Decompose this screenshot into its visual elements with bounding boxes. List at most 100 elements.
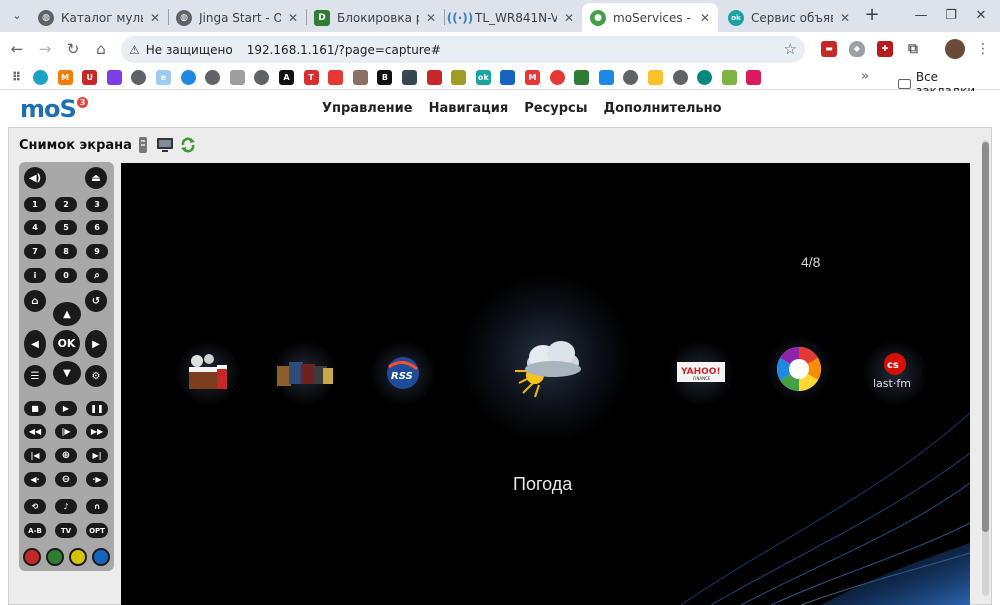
nav-control[interactable]: Управление [322, 101, 413, 116]
bookmark-m-gmail-icon[interactable]: M [525, 70, 540, 85]
nav-resources[interactable]: Ресурсы [524, 101, 587, 116]
monitor-icon[interactable] [157, 137, 173, 153]
url-text[interactable]: 192.168.1.161/?page=capture# [247, 43, 441, 57]
tab-2[interactable]: ◍ Jinga Start - Обс ✕ [168, 3, 306, 32]
play-icon[interactable]: ▶ [55, 401, 77, 416]
bookmark-star-icon[interactable]: ☆ [784, 40, 797, 58]
minimize-icon[interactable]: — [911, 6, 931, 26]
bookmark-globe-5-icon[interactable] [672, 70, 688, 85]
tab-search-chevron-icon[interactable]: ⌄ [8, 7, 26, 25]
key-5[interactable]: 5 [55, 220, 77, 235]
bookmark-globe-1-icon[interactable] [131, 70, 147, 85]
close-icon[interactable]: ✕ [840, 11, 850, 25]
remote-device-icon[interactable] [135, 137, 151, 153]
zoom-out-icon[interactable]: ⊖ [55, 472, 77, 487]
extensions-puzzle-icon[interactable]: ⧉ [905, 41, 921, 57]
bookmark-e-blue-icon[interactable]: e [156, 70, 171, 85]
bookmark-gmail-m-icon[interactable]: M [57, 70, 73, 85]
bookmark-teal-circle-icon[interactable] [697, 70, 713, 85]
security-label[interactable]: Не защищено [146, 43, 233, 57]
tab-6[interactable]: ok Сервис объявле ✕ [720, 3, 858, 32]
warning-triangle-icon[interactable]: ⚠ [129, 43, 140, 57]
nav-additional[interactable]: Дополнительно [604, 101, 722, 116]
bookmark-bars-icon[interactable] [352, 70, 368, 85]
home-icon[interactable]: ⌂ [89, 37, 113, 61]
back-return-icon[interactable]: ↺ [85, 290, 107, 312]
maximize-icon[interactable]: ❐ [941, 6, 961, 26]
skip-next-icon[interactable]: ▶| [86, 448, 108, 463]
extension-red-icon[interactable]: ▬ [821, 41, 837, 57]
bookmark-ok-teal-icon[interactable]: ok [475, 70, 491, 85]
bookmark-yellow-green-icon[interactable] [451, 70, 467, 85]
new-tab-button[interactable]: + [862, 6, 882, 26]
menu-kebab-icon[interactable]: ⋮ [975, 39, 991, 59]
refresh-icon[interactable] [180, 137, 196, 153]
zoom-in-icon[interactable]: ⊕ [55, 448, 77, 463]
jump-forward-icon[interactable]: ·▶ [86, 472, 108, 487]
key-2[interactable]: 2 [55, 197, 77, 212]
rss-icon[interactable]: RSS [371, 341, 435, 405]
reload-icon[interactable]: ↻ [61, 37, 85, 61]
subtitle-icon[interactable]: ∩ [86, 499, 108, 514]
picasa-icon[interactable] [767, 337, 831, 401]
key-8[interactable]: 8 [55, 244, 77, 259]
bookmark-o-red-icon[interactable] [549, 70, 565, 85]
cinema-icon[interactable] [176, 341, 240, 405]
bookmark-red-square-icon[interactable] [328, 70, 344, 85]
bookmark-red-u-icon[interactable]: U [82, 70, 98, 85]
window-close-icon[interactable]: ✕ [971, 6, 991, 26]
yellow-button[interactable] [69, 548, 87, 566]
ab-button[interactable]: A-B [24, 523, 46, 538]
arrow-left-icon[interactable]: ◀ [24, 330, 46, 358]
arrow-down-icon[interactable]: ▼ [53, 361, 81, 385]
skip-previous-icon[interactable]: |◀ [24, 448, 46, 463]
audio-icon[interactable]: ♪ [55, 499, 77, 514]
jump-back-icon[interactable]: ◀· [24, 472, 46, 487]
key-6[interactable]: 6 [86, 220, 108, 235]
bookmark-triangle-icon[interactable] [426, 70, 442, 85]
scrollbar-thumb[interactable] [982, 142, 989, 532]
key-7[interactable]: 7 [24, 244, 46, 259]
tab-3[interactable]: D Блокировка ре ✕ [306, 3, 444, 32]
close-icon[interactable]: ✕ [564, 11, 574, 25]
close-icon[interactable]: ✕ [288, 11, 298, 25]
bookmark-star-blue-icon[interactable] [598, 70, 614, 85]
key-0[interactable]: 0 [55, 268, 77, 283]
key-4[interactable]: 4 [24, 220, 46, 235]
key-info[interactable]: i [24, 268, 46, 283]
bookmark-globe-4-icon[interactable] [623, 70, 639, 85]
bookmark-a-black-icon[interactable]: A [279, 70, 294, 85]
bookmark-globe-3-icon[interactable] [254, 70, 270, 85]
key-3[interactable]: 3 [86, 197, 108, 212]
avatar[interactable] [945, 39, 965, 59]
close-icon[interactable]: ✕ [150, 11, 160, 25]
rewind-icon[interactable]: ◀◀ [24, 424, 46, 439]
opt-button[interactable]: OPT [86, 523, 108, 538]
bookmark-x-star-icon[interactable] [402, 70, 417, 85]
blue-button[interactable] [92, 548, 110, 566]
apps-grid-icon[interactable]: ⠿ [9, 70, 24, 85]
search-icon[interactable]: ⌕ [86, 268, 108, 283]
tab-1[interactable]: ◍ Каталог мульт ✕ [30, 3, 168, 32]
repeat-icon[interactable]: ⟲ [24, 499, 46, 514]
bookmark-blue-circle-icon[interactable] [180, 70, 196, 85]
forward-arrow-icon[interactable]: → [33, 37, 57, 61]
mos-logo[interactable]: moS 3 [20, 95, 88, 123]
extension-puzzle-red-icon[interactable]: ✚ [877, 41, 893, 57]
menu-list-icon[interactable]: ☰ [24, 365, 46, 387]
arrow-right-icon[interactable]: ▶ [85, 330, 107, 358]
fast-forward-icon[interactable]: ▶▶ [86, 424, 108, 439]
bookmark-purple-icon[interactable] [106, 70, 122, 85]
yahoo-finance-icon[interactable]: YAHOO! FINANCE [669, 341, 733, 405]
bookmark-t-red-icon[interactable]: T [303, 70, 319, 85]
weather-icon[interactable] [509, 331, 589, 401]
ok-button[interactable]: OK [53, 330, 80, 357]
bookmark-globe-2-icon[interactable] [205, 70, 221, 85]
key-1[interactable]: 1 [24, 197, 46, 212]
bookmark-green-shape-icon[interactable] [574, 70, 590, 85]
bookmark-pink-star-icon[interactable] [746, 70, 762, 85]
arrow-up-icon[interactable]: ▲ [53, 302, 81, 326]
tv-button[interactable]: TV [55, 523, 77, 538]
bookmarks-more-chevron[interactable]: » [861, 69, 869, 84]
stop-icon[interactable]: ■ [24, 401, 46, 416]
